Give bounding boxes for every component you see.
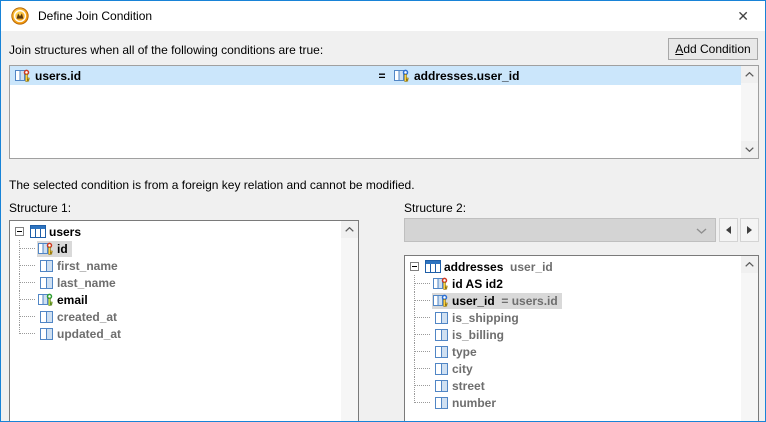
- titlebar: Define Join Condition ✕: [1, 1, 765, 31]
- tree-item[interactable]: id: [11, 240, 340, 257]
- tree-item-label: last_name: [57, 276, 116, 290]
- collapse-expander-icon[interactable]: [410, 262, 419, 271]
- tree-root-item[interactable]: addresses user_id: [406, 258, 740, 275]
- tree-item[interactable]: id AS id2: [406, 275, 740, 292]
- window-title: Define Join Condition: [38, 9, 152, 23]
- scrollbar-up-button[interactable]: [741, 66, 758, 83]
- condition-right-operand: addresses.user_id: [414, 69, 519, 83]
- tree-item[interactable]: email: [11, 291, 340, 308]
- tree-item-label: user_id = users.id: [452, 294, 558, 308]
- collapse-expander-icon[interactable]: [15, 227, 24, 236]
- structure1-tree-scrollbar[interactable]: [341, 221, 358, 422]
- tree-item[interactable]: type: [406, 343, 740, 360]
- tree-item[interactable]: street: [406, 377, 740, 394]
- tree-item-label: city: [452, 362, 473, 376]
- column-icon: [433, 328, 449, 341]
- tree-item[interactable]: user_id = users.id: [406, 292, 740, 309]
- column-primary-key-icon: [15, 69, 31, 82]
- condition-left-operand: users.id: [35, 69, 81, 83]
- column-icon: [433, 311, 449, 324]
- column-icon: [38, 327, 54, 340]
- scroll-right-button[interactable]: [740, 218, 759, 242]
- column-icon: [38, 276, 54, 289]
- table-icon: [30, 225, 46, 238]
- tree-item[interactable]: city: [406, 360, 740, 377]
- left-arrow-icon: [726, 226, 731, 234]
- column-primary-key-icon: [433, 277, 449, 290]
- scrollbar-down-button[interactable]: [741, 141, 758, 158]
- column-icon: [433, 362, 449, 375]
- tree-item-label: is_billing: [452, 328, 504, 342]
- tree-item[interactable]: updated_at: [11, 325, 340, 342]
- column-icon: [433, 379, 449, 392]
- tree-item[interactable]: first_name: [11, 257, 340, 274]
- tree-item[interactable]: is_billing: [406, 326, 740, 343]
- chevron-down-icon: [696, 228, 707, 234]
- column-unique-key-icon: [38, 293, 54, 306]
- structure2-tree[interactable]: addresses user_id id AS id2 user_id = us…: [404, 255, 759, 422]
- table-icon: [425, 260, 441, 273]
- tree-item-label: email: [57, 293, 88, 307]
- tree-item-label: addresses user_id: [444, 260, 553, 274]
- tree-item[interactable]: created_at: [11, 308, 340, 325]
- scroll-left-button[interactable]: [719, 218, 738, 242]
- structure1-label: Structure 1:: [9, 201, 71, 215]
- define-join-condition-dialog: Define Join Condition ✕ Join structures …: [0, 0, 766, 422]
- scrollbar-up-button[interactable]: [741, 256, 758, 273]
- condition-row[interactable]: users.id = addresses.user_id: [10, 66, 741, 85]
- tree-item-label: users: [49, 225, 81, 239]
- tree-root-item[interactable]: users: [11, 223, 340, 240]
- tree-item[interactable]: last_name: [11, 274, 340, 291]
- condition-right-group: addresses.user_id: [394, 69, 519, 83]
- condition-list-scrollbar[interactable]: [741, 66, 758, 158]
- tree-item-label: number: [452, 396, 496, 410]
- tree-item-label: type: [452, 345, 477, 359]
- structure1-tree[interactable]: users id first_name last_name email crea…: [9, 220, 359, 422]
- instruction-label: Join structures when all of the followin…: [9, 43, 323, 57]
- app-icon: [11, 7, 29, 25]
- condition-list[interactable]: users.id = addresses.user_id: [9, 65, 759, 159]
- column-icon: [433, 396, 449, 409]
- column-icon: [433, 345, 449, 358]
- right-arrow-icon: [747, 226, 752, 234]
- tree-item-label: is_shipping: [452, 311, 519, 325]
- column-icon: [38, 259, 54, 272]
- note-label: The selected condition is from a foreign…: [9, 178, 415, 192]
- tree-item-label: first_name: [57, 259, 118, 273]
- add-condition-label: dd Condition: [683, 42, 750, 56]
- tree-item[interactable]: number: [406, 394, 740, 411]
- condition-operator: =: [376, 69, 388, 83]
- column-foreign-key-icon: [394, 69, 410, 82]
- structure2-label: Structure 2:: [404, 201, 466, 215]
- tree-item-label: id: [57, 242, 68, 256]
- tree-item-label: updated_at: [57, 327, 121, 341]
- scrollbar-up-button[interactable]: [341, 221, 358, 238]
- condition-left-group: users.id: [10, 69, 81, 83]
- structure2-table-select: [404, 218, 716, 242]
- structure2-tree-scrollbar[interactable]: [741, 256, 758, 422]
- tree-item-label: created_at: [57, 310, 117, 324]
- column-foreign-key-icon: [433, 294, 449, 307]
- column-icon: [38, 310, 54, 323]
- add-condition-button[interactable]: Add Condition: [668, 38, 758, 60]
- tree-item-label: street: [452, 379, 485, 393]
- column-primary-key-icon: [38, 242, 54, 255]
- close-button[interactable]: ✕: [733, 7, 753, 25]
- tree-item[interactable]: is_shipping: [406, 309, 740, 326]
- tree-item-label: id AS id2: [452, 277, 503, 291]
